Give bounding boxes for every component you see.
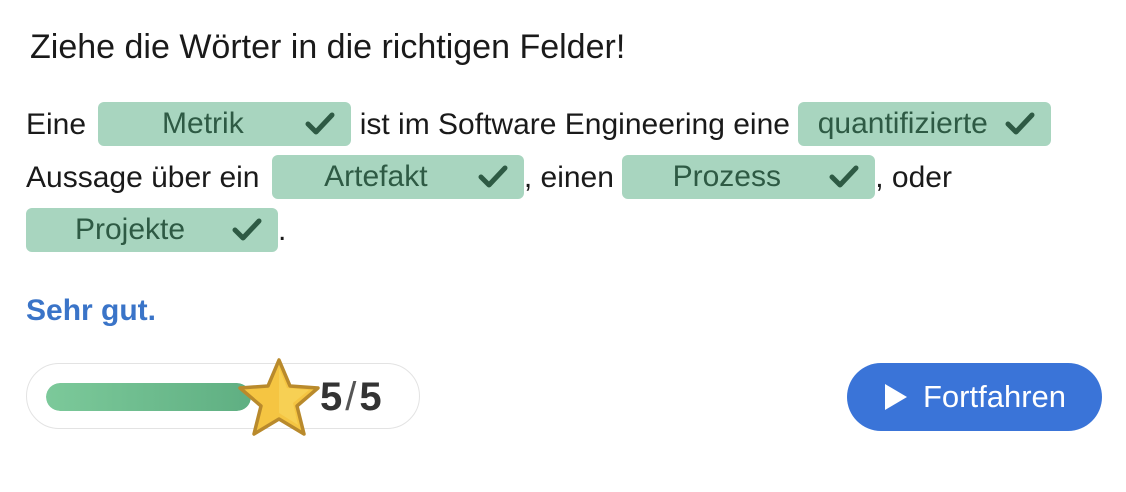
placed-word[interactable]: Projekte [75,208,185,252]
drop-zone-2[interactable]: quantifizierte [798,102,1052,146]
score-text: 5/5 [320,373,383,421]
sentence-line-3: Projekte . [26,208,1106,261]
drop-zone-1[interactable]: Metrik [98,102,352,146]
placed-word[interactable]: quantifizierte [818,102,988,146]
play-icon [884,384,907,410]
check-icon [478,165,508,188]
sentence-text: . [278,214,287,247]
drop-zone-5[interactable]: Projekte [26,208,278,252]
sentence-text: , einen [523,161,623,194]
score-total: 5 [359,375,383,419]
sentence-text: Eine [26,108,95,141]
continue-button-label[interactable]: Fortfahren [923,379,1066,415]
placed-word[interactable]: Metrik [162,102,244,146]
score-separator: / [345,375,358,419]
drop-zone-4[interactable]: Prozess [622,155,876,199]
check-icon [829,165,859,188]
sentence-text: ist im Software Engineering eine [351,108,799,141]
instruction-title: Ziehe die Wörter in die richtigen Felder… [30,28,626,66]
sentence-text: Aussage über ein [26,161,268,194]
check-icon [305,112,335,135]
score-current: 5 [320,375,344,419]
sentence-line-1: Eine Metrik ist im Software Engineering … [26,102,1106,155]
progress-bar-fill [46,383,251,411]
continue-button[interactable]: Fortfahren [847,363,1102,431]
score-panel: 5/5 [26,358,420,436]
star-icon [238,358,320,436]
progress-bar [46,383,251,411]
sentence-line-2: Aussage über ein Artefakt , einen Prozes… [26,155,1106,208]
drop-zone-3[interactable]: Artefakt [271,155,524,199]
placed-word[interactable]: Artefakt [324,155,427,199]
sentence-text: , oder [875,161,952,194]
feedback-message: Sehr gut. [26,294,157,327]
cloze-sentence: Eine Metrik ist im Software Engineering … [26,102,1106,261]
placed-word[interactable]: Prozess [673,155,781,199]
check-icon [232,218,262,241]
check-icon [1005,112,1035,135]
